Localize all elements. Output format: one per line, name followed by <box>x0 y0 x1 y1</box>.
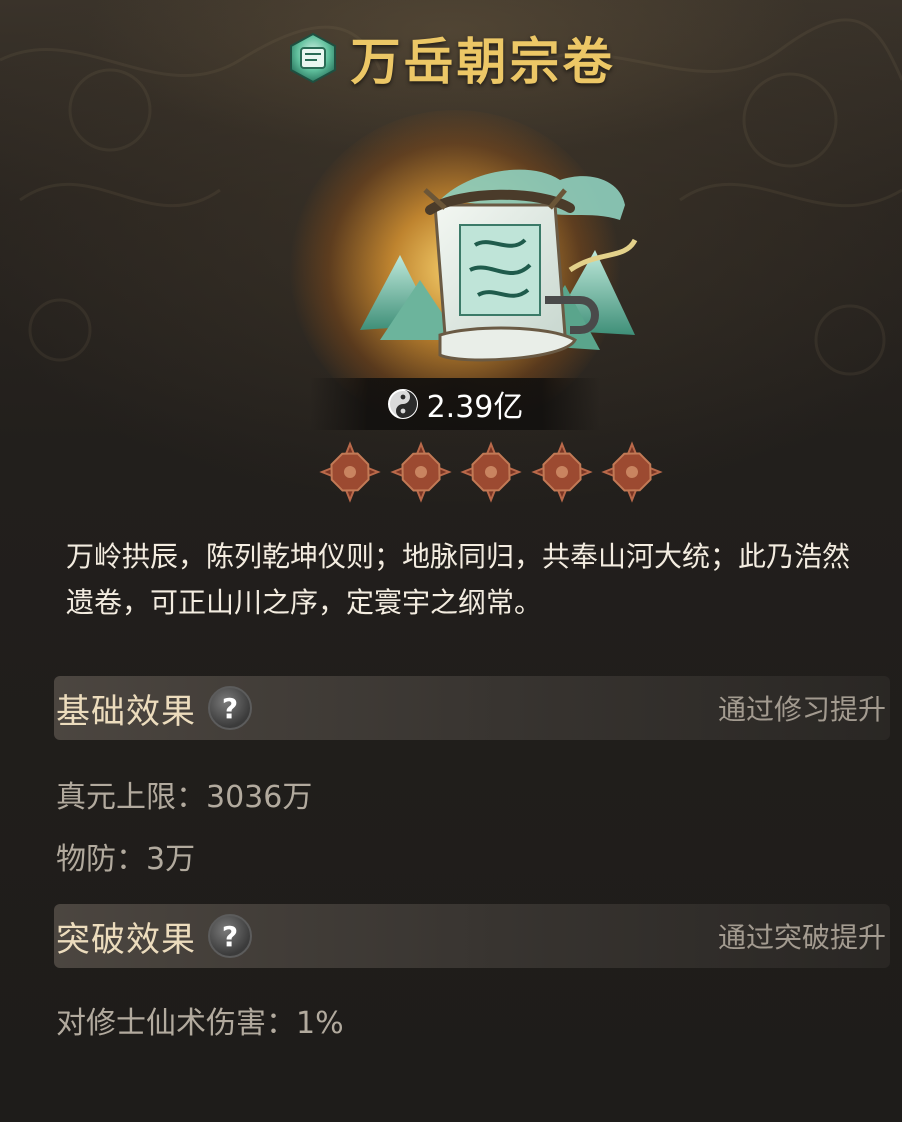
item-detail-panel: 万岳朝宗卷 2.39亿 万岭拱辰，陈列乾坤仪则；地脉同归，共奉山河大统；此乃浩然… <box>0 0 902 1122</box>
star-flower-icon <box>530 441 593 503</box>
stat-physical-defense: 物防：3万 <box>56 842 196 877</box>
breakthrough-effect-title: 突破效果 <box>56 919 196 960</box>
scroll-icon <box>289 32 336 84</box>
stat-max-true-essence: 真元上限：3036万 <box>56 780 313 815</box>
star-flower-icon <box>389 441 452 503</box>
star-flower-icon <box>460 441 522 503</box>
star-flower-icon <box>601 441 663 503</box>
item-header: 万岳朝宗卷 <box>0 18 902 98</box>
price-bar: 2.39亿 <box>310 378 600 430</box>
basic-effect-hint: 通过修习提升 <box>717 693 886 726</box>
stat-spell-damage-vs-cultivators: 对修士仙术伤害：1% <box>56 1006 344 1041</box>
item-price: 2.39亿 <box>426 390 524 425</box>
breakthrough-effect-help-button[interactable]: ? <box>208 914 252 958</box>
star-rating <box>318 440 664 504</box>
yin-yang-coin-icon <box>387 389 418 419</box>
basic-effect-help-button[interactable]: ? <box>208 686 252 730</box>
breakthrough-effect-hint: 通过突破提升 <box>717 921 886 954</box>
item-description: 万岭拱辰，陈列乾坤仪则；地脉同归，共奉山河大统；此乃浩然遗卷，可正山川之序，定寰… <box>66 540 851 619</box>
mountain-scroll-artwork <box>360 169 638 362</box>
item-name: 万岳朝宗卷 <box>350 33 616 91</box>
star-flower-icon <box>319 441 381 503</box>
breakthrough-effect-header: 突破效果 ? 通过突破提升 <box>54 904 890 968</box>
basic-effect-header: 基础效果 ? 通过修习提升 <box>54 676 890 740</box>
basic-effect-title: 基础效果 <box>56 691 196 732</box>
